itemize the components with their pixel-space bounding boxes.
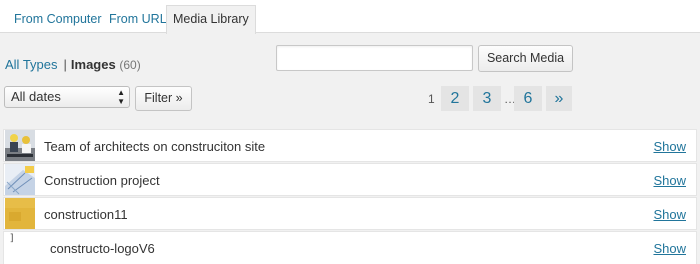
media-item: Construction project Show: [3, 163, 697, 196]
next-page-button[interactable]: »: [546, 86, 572, 111]
tab-media-library[interactable]: Media Library: [166, 5, 256, 34]
tab-from-url[interactable]: From URL: [109, 6, 167, 33]
tab-from-computer[interactable]: From Computer: [14, 6, 102, 33]
images-count: (60): [119, 58, 141, 72]
media-item-title: Team of architects on construciton site: [44, 139, 266, 154]
updown-arrows-icon: ▲ ▼: [117, 88, 125, 106]
media-item: ] constructo-logoV6 Show: [3, 231, 697, 264]
show-link[interactable]: Show: [653, 207, 686, 222]
media-item-title: Construction project: [44, 173, 160, 188]
current-page: 1: [428, 92, 435, 106]
page-2-button[interactable]: 2: [441, 86, 469, 111]
date-filter-select[interactable]: All dates ▲ ▼: [4, 86, 130, 108]
media-item: Team of architects on construciton site …: [3, 129, 697, 162]
blueprint-photo-thumbnail: [5, 164, 35, 195]
media-item-title: construction11: [44, 207, 128, 222]
yellow-texture-thumbnail: [5, 198, 35, 229]
page-3-button[interactable]: 3: [473, 86, 501, 111]
images-filter-link[interactable]: Images: [71, 57, 116, 72]
show-link[interactable]: Show: [653, 241, 686, 256]
date-filter-value: All dates: [11, 89, 61, 104]
media-item-title: constructo-logoV6: [50, 241, 155, 256]
show-link[interactable]: Show: [653, 139, 686, 154]
type-separator: |: [63, 57, 67, 72]
type-filter: All Types | Images (60): [5, 57, 141, 72]
page-6-button[interactable]: 6: [514, 86, 542, 111]
broken-image-thumbnail: ]: [5, 232, 35, 263]
broken-image-icon: ]: [9, 233, 16, 244]
architects-photo-thumbnail: [5, 130, 35, 161]
search-media-button[interactable]: Search Media: [478, 45, 573, 72]
show-link[interactable]: Show: [653, 173, 686, 188]
media-item: construction11 Show: [3, 197, 697, 230]
filter-button[interactable]: Filter »: [135, 86, 192, 111]
all-types-link[interactable]: All Types: [5, 57, 58, 72]
upload-tabs: From Computer From URL Media Library: [0, 0, 700, 34]
search-media-input[interactable]: [276, 45, 473, 71]
